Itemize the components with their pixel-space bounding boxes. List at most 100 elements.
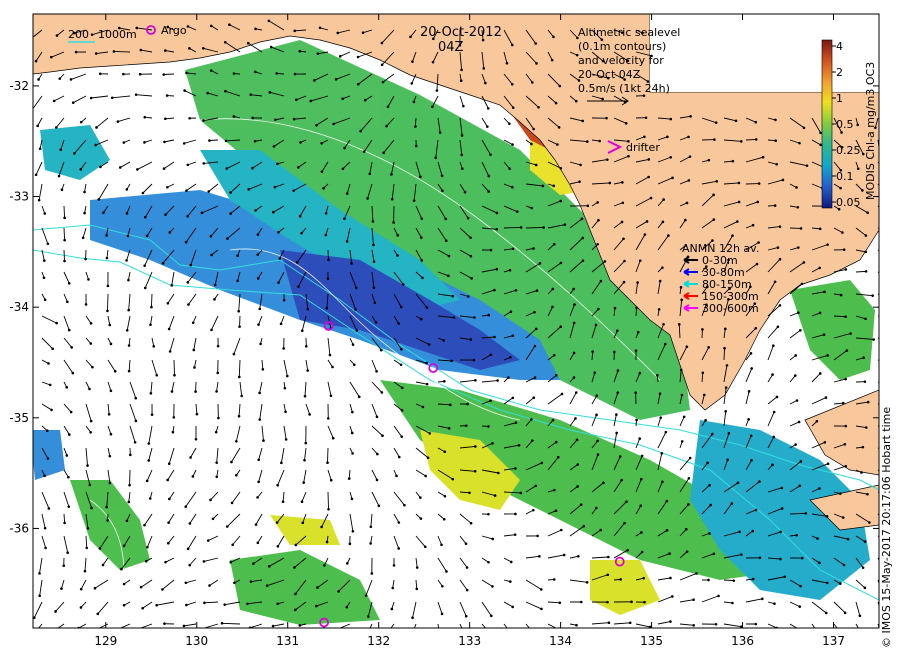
velocity-arrow-head [374,321,378,324]
velocity-arrow-head [794,354,798,357]
velocity-arrow-head [108,454,112,458]
velocity-arrow-head [802,261,806,264]
velocity-arrow-head [166,301,170,305]
velocity-arrow-head [687,503,690,506]
velocity-arrow-head [106,284,110,288]
velocity-arrow-head [258,307,262,311]
velocity-arrow-head [863,586,867,590]
velocity-arrow-head [143,523,146,527]
velocity-arrow-head [62,564,66,568]
velocity-arrow-head [730,502,734,505]
velocity-arrow-head [390,173,393,176]
velocity-arrow-head [186,163,190,167]
velocity-arrow-head [409,35,412,39]
velocity-arrow-head [235,473,238,477]
velocity-arrow-head [226,237,229,240]
velocity-arrow-head [843,442,847,446]
velocity-arrow-head [838,582,842,585]
velocity-arrow-head [802,126,806,130]
ocean-map: 129 130 131 132 133 134 135 136 137 -32 -33 -34 -35… [9,13,889,648]
velocity-arrow-head [412,199,416,202]
velocity-arrow-head [208,584,211,587]
altimetry-note-line5: 0.5m/s (1kt 24h) [578,82,670,95]
velocity-arrow-head [695,572,698,575]
velocity-arrow-head [143,215,147,219]
velocity-arrow-head [532,247,535,250]
velocity-arrow-head [215,475,219,479]
velocity-arrow-head [534,327,538,331]
velocity-arrow-head [355,329,359,332]
x-tick-label: 131 [276,634,299,648]
velocity-arrow-head [271,210,275,214]
velocity-arrow-head [447,274,450,278]
velocity-arrow-head [67,505,71,508]
velocity-arrow-head [842,563,846,567]
velocity-arrow-head [608,181,612,185]
velocity-arrow-head [751,577,755,581]
velocity-arrow-head [487,190,490,193]
velocity-arrow-head [680,393,684,397]
velocity-arrow-head [466,402,469,406]
velocity-arrow-head [539,588,543,591]
velocity-arrow-head [89,342,93,345]
velocity-arrow-head [606,158,609,161]
velocity-arrow-head [443,379,446,383]
velocity-arrow-head [224,89,227,93]
velocity-arrow-head [380,391,384,394]
velocity-arrow-head [531,81,534,84]
velocity-arrow-head [798,605,802,608]
velocity-arrow-head [558,84,562,88]
velocity-arrow-head [215,461,218,464]
velocity-arrow-head [83,211,86,215]
velocity-arrow-head [47,362,50,365]
velocity-arrow-head [595,506,598,510]
velocity-arrow-head [209,24,213,28]
velocity-arrow-head [596,453,600,456]
velocity-arrow-head [155,373,159,377]
velocity-arrow-head [706,461,709,465]
velocity-arrow-head [639,477,643,481]
velocity-arrow-head [390,197,394,201]
velocity-arrow-head [818,487,821,490]
velocity-arrow-head [372,260,376,263]
colorbar-title: MODIS Chl-a mg/m3 OC3 [864,62,877,200]
velocity-arrow-head [127,344,131,347]
velocity-arrow-head [33,632,36,635]
velocity-arrow-head [444,217,448,221]
velocity-arrow-head [122,582,126,586]
velocity-arrow-head [638,437,642,440]
velocity-arrow-head [491,441,494,445]
velocity-arrow-head [327,258,330,262]
velocity-arrow-head [411,616,414,619]
velocity-arrow-head [793,374,797,377]
colorbar-tick-label: 0.25 [836,144,861,157]
velocity-arrow-head [819,143,822,147]
velocity-arrow-head [134,93,138,96]
velocity-arrow-head [63,521,66,525]
velocity-arrow-head [606,573,610,577]
velocity-arrow-head [447,427,451,430]
velocity-arrow-head [886,300,889,303]
velocity-arrow-head [552,184,556,188]
velocity-arrow-head [800,556,804,560]
velocity-arrow-head [209,69,213,72]
velocity-arrow-head [685,550,689,553]
velocity-arrow-head [94,143,97,147]
colorbar-tick-label: 2 [836,66,843,79]
velocity-arrow-head [511,185,514,189]
velocity-arrow-head [134,419,138,423]
velocity-arrow-head [627,154,630,158]
velocity-arrow-head [594,323,598,327]
velocity-arrow-head [163,49,167,52]
velocity-arrow-head [256,233,260,236]
velocity-arrow-head [83,569,87,573]
velocity-arrow-head [122,603,126,607]
velocity-arrow-head [796,205,800,209]
velocity-arrow-head [586,140,589,143]
velocity-arrow-head [559,261,563,265]
velocity-arrow-head [112,50,116,53]
velocity-arrow-head [726,458,729,462]
velocity-arrow-head [551,305,554,309]
velocity-arrow-head [533,344,537,348]
velocity-arrow-head [434,156,438,160]
